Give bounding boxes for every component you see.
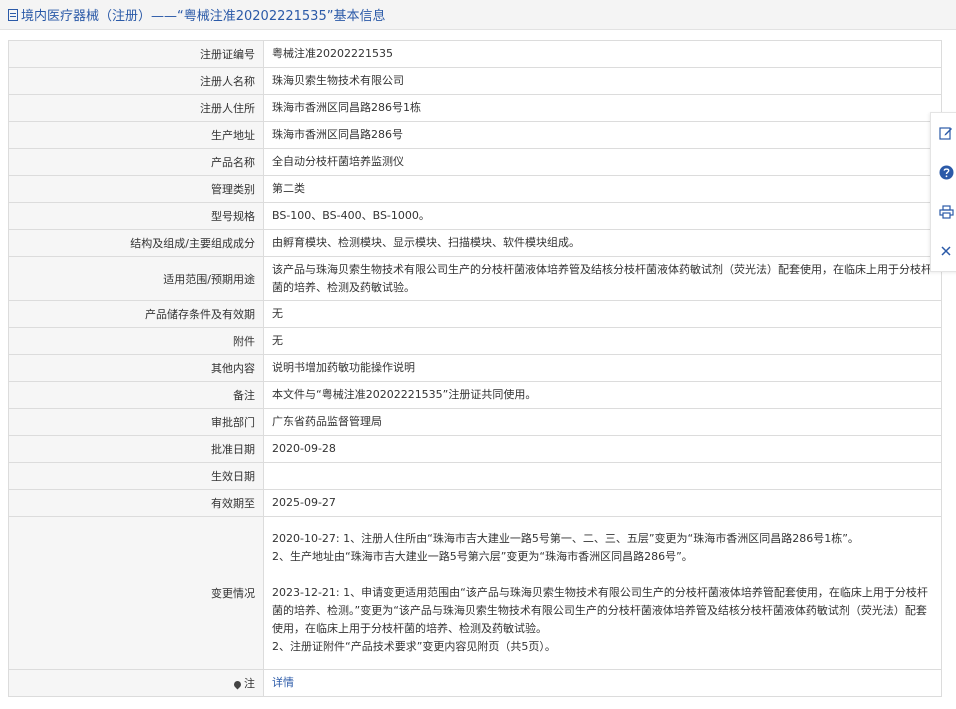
row-label: 产品储存条件及有效期 xyxy=(8,300,264,328)
row-value: 广东省药品监督管理局 xyxy=(263,408,942,436)
row-value: 2025-09-27 xyxy=(263,489,942,517)
row-label: 批准日期 xyxy=(8,435,264,463)
info-table-wrapper: 注册证编号 粤械注准20202221535 注册人名称 珠海贝索生物技术有限公司 注… xyxy=(8,40,942,697)
table-row: 批准日期 2020-09-28 xyxy=(8,435,942,463)
row-label: 型号规格 xyxy=(8,202,264,230)
note-row: 注 详情 xyxy=(8,669,942,697)
change-spacer xyxy=(272,566,933,584)
page-title: 境内医疗器械（注册）——“粤械注准20202221535”基本信息 xyxy=(21,9,386,24)
row-label: 审批部门 xyxy=(8,408,264,436)
row-label: 其他内容 xyxy=(8,354,264,382)
row-value xyxy=(263,462,942,490)
row-label: 管理类别 xyxy=(8,175,264,203)
row-value: 该产品与珠海贝索生物技术有限公司生产的分枝杆菌液体培养管及结核分枝杆菌液体药敏试… xyxy=(263,256,942,301)
row-value: 由孵育模块、检测模块、显示模块、扫描模块、软件模块组成。 xyxy=(263,229,942,257)
row-value: 2020-09-28 xyxy=(263,435,942,463)
page-title-bar: 境内医疗器械（注册）——“粤械注准20202221535”基本信息 xyxy=(0,0,956,30)
row-value: 无 xyxy=(263,327,942,355)
note-label-cell: 注 xyxy=(8,669,264,697)
table-row: 管理类别 第二类 xyxy=(8,175,942,203)
table-row: 产品储存条件及有效期无 xyxy=(8,300,942,328)
row-label: 结构及组成/主要组成成分 xyxy=(8,229,264,257)
row-label: 变更情况 xyxy=(8,516,264,670)
change-history: 2020-10-27: 1、注册人住所由“珠海市吉大建业一路5号第一、二、三、五… xyxy=(263,516,942,670)
row-label: 生产地址 xyxy=(8,121,264,149)
row-label: 附件 xyxy=(8,327,264,355)
row-label: 注册人住所 xyxy=(8,94,264,122)
change-entry-2020: 2020-10-27: 1、注册人住所由“珠海市吉大建业一路5号第一、二、三、五… xyxy=(272,532,859,563)
pin-icon xyxy=(232,679,243,689)
change-entry-2023: 2023-12-21: 1、申请变更适用范围由“该产品与珠海贝索生物技术有限公司… xyxy=(272,586,928,653)
table-row: 注册人名称 珠海贝索生物技术有限公司 xyxy=(8,67,942,95)
table-row: 附件无 xyxy=(8,327,942,355)
side-toolbar xyxy=(930,112,956,272)
details-link[interactable]: 详情 xyxy=(272,676,294,689)
table-row: 审批部门 广东省药品监督管理局 xyxy=(8,408,942,436)
row-value: 无 xyxy=(263,300,942,328)
row-label: 产品名称 xyxy=(8,148,264,176)
row-value: 珠海市香洲区同昌路286号1栋 xyxy=(263,94,942,122)
table-row: 有效期至 2025-09-27 xyxy=(8,489,942,517)
row-value: 粤械注准20202221535 xyxy=(263,40,942,68)
note-label: 注 xyxy=(244,677,255,690)
note-value-cell: 详情 xyxy=(263,669,942,697)
help-icon[interactable] xyxy=(938,164,954,180)
table-row: 结构及组成/主要组成成分 由孵育模块、检测模块、显示模块、扫描模块、软件模块组成。 xyxy=(8,229,942,257)
table-row: 其他内容 说明书增加药敏功能操作说明 xyxy=(8,354,942,382)
table-row: 适用范围/预期用途 该产品与珠海贝索生物技术有限公司生产的分枝杆菌液体培养管及结核… xyxy=(8,256,942,301)
row-label: 注册证编号 xyxy=(8,40,264,68)
print-icon[interactable] xyxy=(938,204,954,220)
table-row: 产品名称 全自动分枝杆菌培养监测仪 xyxy=(8,148,942,176)
row-value: BS-100、BS-400、BS-1000。 xyxy=(263,202,942,230)
table-row: 生效日期 xyxy=(8,462,942,490)
row-label: 有效期至 xyxy=(8,489,264,517)
row-label: 注册人名称 xyxy=(8,67,264,95)
table-row: 型号规格 BS-100、BS-400、BS-1000。 xyxy=(8,202,942,230)
table-row: 注册人住所 珠海市香洲区同昌路286号1栋 xyxy=(8,94,942,122)
row-value: 珠海贝索生物技术有限公司 xyxy=(263,67,942,95)
table-row: 备注 本文件与“粤械注准20202221535”注册证共同使用。 xyxy=(8,381,942,409)
close-icon[interactable] xyxy=(938,243,954,259)
document-icon xyxy=(8,8,18,21)
row-label: 备注 xyxy=(8,381,264,409)
table-row: 注册证编号 粤械注准20202221535 xyxy=(8,40,942,68)
row-value: 说明书增加药敏功能操作说明 xyxy=(263,354,942,382)
row-value: 本文件与“粤械注准20202221535”注册证共同使用。 xyxy=(263,381,942,409)
edit-icon[interactable] xyxy=(938,125,954,141)
row-value: 第二类 xyxy=(263,175,942,203)
row-value: 珠海市香洲区同昌路286号 xyxy=(263,121,942,149)
row-label: 生效日期 xyxy=(8,462,264,490)
table-row: 生产地址 珠海市香洲区同昌路286号 xyxy=(8,121,942,149)
change-row: 变更情况 2020-10-27: 1、注册人住所由“珠海市吉大建业一路5号第一、… xyxy=(8,516,942,670)
row-label: 适用范围/预期用途 xyxy=(8,256,264,301)
info-table: 注册证编号 粤械注准20202221535 注册人名称 珠海贝索生物技术有限公司 注… xyxy=(8,40,942,697)
row-value: 全自动分枝杆菌培养监测仪 xyxy=(263,148,942,176)
